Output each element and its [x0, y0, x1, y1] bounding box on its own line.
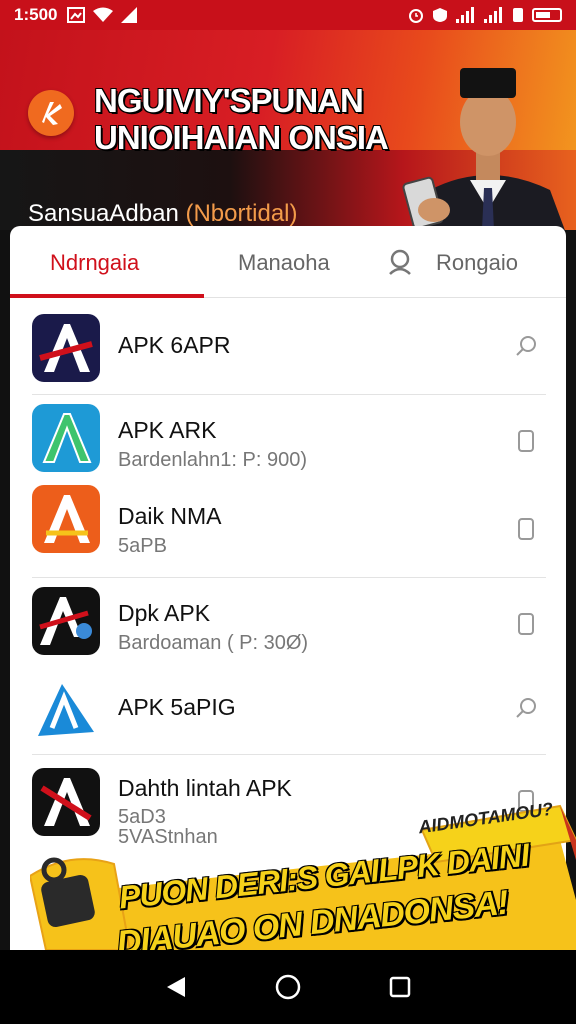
tab-rongaio[interactable]: Rongaio [436, 250, 518, 276]
phone-icon[interactable] [514, 517, 538, 541]
a-logo-icon [32, 485, 100, 553]
list-item[interactable]: APK 6APR [10, 298, 566, 394]
a-logo-icon [39, 324, 93, 372]
app-subtitle: Bardenlahn1: P: 900) [118, 449, 308, 471]
app-icon [32, 485, 100, 553]
alarm-icon [409, 9, 423, 23]
list-item[interactable]: APK ARK Bardenlahn1: P: 900) [10, 395, 566, 481]
app-icon [32, 314, 100, 382]
hero-subtitle-main: SansuaAdban [28, 200, 179, 227]
recents-square-icon [389, 976, 411, 998]
status-icons-left [67, 7, 138, 23]
presenter-image [402, 68, 565, 230]
wifi-icon [93, 7, 114, 22]
app-title: APK 6APR [118, 332, 231, 358]
search-icon[interactable] [514, 696, 538, 720]
search-icon[interactable] [386, 248, 414, 276]
list-item[interactable]: Daik NMA 5aPB [10, 481, 566, 577]
status-bar: 1:500 [0, 0, 576, 30]
app-icon [32, 404, 100, 472]
image-notification-icon [67, 7, 86, 23]
list-item[interactable]: APK 5aPIG [10, 666, 566, 754]
app-title: Daik NMA [118, 503, 222, 529]
a-logo-icon [42, 413, 92, 463]
k-logo-icon [42, 102, 62, 125]
hero-subtitle: SansuaAdban (Nbortidal) [28, 200, 298, 228]
battery-icon [532, 8, 562, 22]
phone-icon[interactable] [514, 612, 538, 636]
hero-title: NGUIVIY'SPUNAN UNIOIHAIAN ONSIA [94, 82, 424, 156]
app-icon [32, 587, 100, 655]
hero-subtitle-paren: (Nbortidal) [185, 200, 298, 227]
recents-button[interactable] [385, 972, 415, 1002]
data-signal-icon [484, 7, 502, 23]
back-button[interactable] [161, 972, 191, 1002]
home-button[interactable] [273, 972, 303, 1002]
app-title: APK ARK [118, 417, 217, 443]
status-icons-right [408, 7, 562, 23]
shield-icon [433, 8, 447, 22]
tab-ndrngaia[interactable]: Ndrngaia [50, 250, 139, 276]
list-item[interactable]: Dpk APK Bardoaman ( P: 30Ø) [10, 578, 566, 666]
app-logo[interactable] [28, 90, 74, 136]
app-subtitle: Bardoaman ( P: 30Ø) [118, 632, 309, 654]
app-title: Dahth lintah APK [118, 775, 292, 801]
cellular-signal-icon [456, 7, 474, 23]
navigation-bar [0, 950, 576, 1024]
a-logo-icon [38, 684, 94, 736]
phone-icon[interactable] [514, 429, 538, 453]
tab-manaoha[interactable]: Manaoha [238, 250, 330, 276]
sim-icon [513, 8, 523, 22]
app-title: APK 5aPIG [118, 694, 236, 720]
app-subtitle: 5aPB [118, 535, 167, 557]
hero-banner: NGUIVIY'SPUNAN UNIOIHAIAN ONSIA SansuaAd… [0, 30, 576, 230]
app-title: Dpk APK [118, 600, 211, 626]
status-time: 1:500 [14, 5, 58, 24]
tab-bar: Ndrngaia Manaoha Rongaio [10, 226, 566, 298]
hero-title-line1: NGUIVIY'SPUNAN [94, 82, 364, 119]
app-icon [32, 676, 100, 744]
signal-icon [121, 7, 138, 23]
home-circle-icon [275, 974, 301, 1000]
a-logo-icon [39, 597, 92, 645]
hero-title-line2: UNIOIHAIAN ONSIA [94, 119, 389, 156]
search-icon[interactable] [514, 334, 538, 358]
back-triangle-icon [167, 977, 185, 997]
